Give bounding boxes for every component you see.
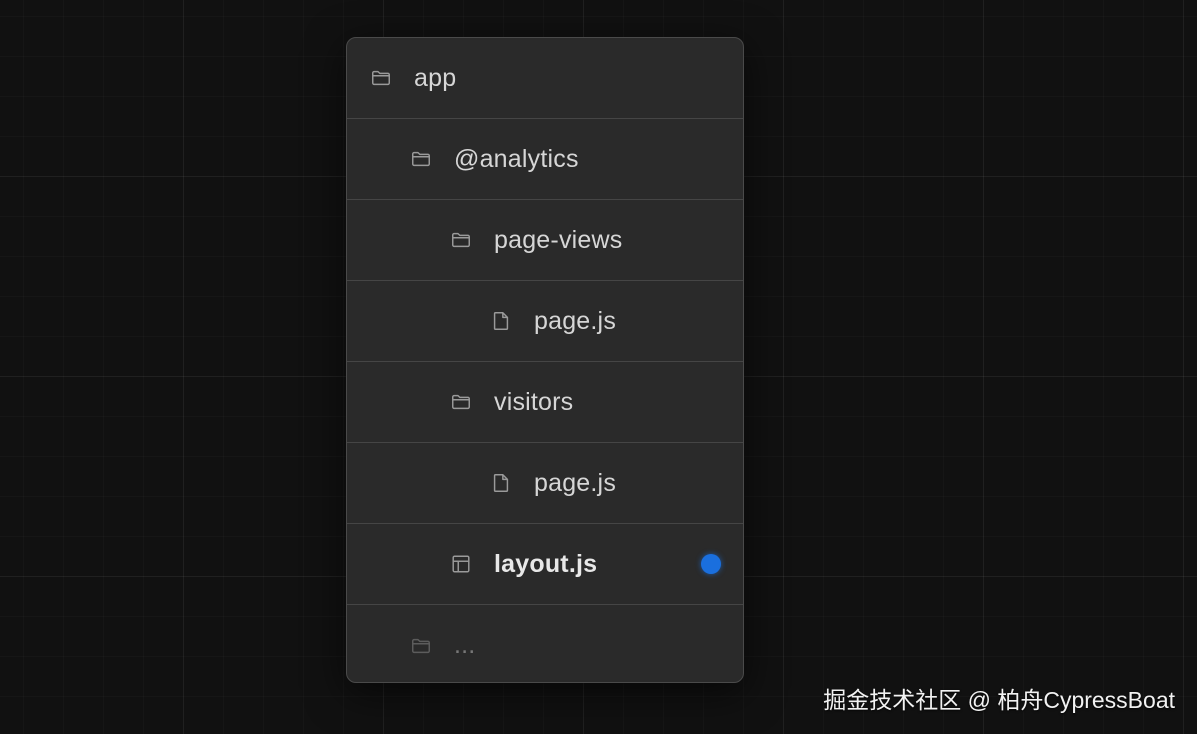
- file-icon: [489, 309, 513, 333]
- tree-row-layout-js[interactable]: layout.js: [347, 524, 743, 605]
- watermark: 掘金技术社区 @ 柏舟CypressBoat: [823, 687, 1175, 713]
- status-dot: [701, 554, 721, 574]
- tree-row-label: page.js: [534, 306, 617, 335]
- tree-row-label: app: [414, 63, 457, 92]
- tree-row-page-views-page-js[interactable]: page.js: [347, 281, 743, 362]
- tree-row-visitors-page-js[interactable]: page.js: [347, 443, 743, 524]
- tree-row-page-views[interactable]: page-views: [347, 200, 743, 281]
- layout-icon: [449, 552, 473, 576]
- tree-row-visitors[interactable]: visitors: [347, 362, 743, 443]
- tree-row-more[interactable]: ...: [347, 605, 743, 682]
- tree-row-label: page.js: [534, 468, 617, 497]
- folder-icon: [409, 147, 433, 171]
- tree-row-label: page-views: [494, 225, 623, 254]
- folder-icon: [369, 66, 393, 90]
- file-tree-panel: app @analytics page-views page.js visito…: [346, 37, 744, 683]
- file-icon: [489, 471, 513, 495]
- tree-row-label: @analytics: [454, 144, 579, 173]
- folder-icon: [409, 634, 433, 658]
- tree-row-label: ...: [454, 631, 476, 659]
- folder-icon: [449, 228, 473, 252]
- tree-row-app[interactable]: app: [347, 38, 743, 119]
- tree-row-label: visitors: [494, 387, 574, 416]
- tree-row-label: layout.js: [494, 549, 598, 578]
- tree-row-analytics[interactable]: @analytics: [347, 119, 743, 200]
- folder-icon: [449, 390, 473, 414]
